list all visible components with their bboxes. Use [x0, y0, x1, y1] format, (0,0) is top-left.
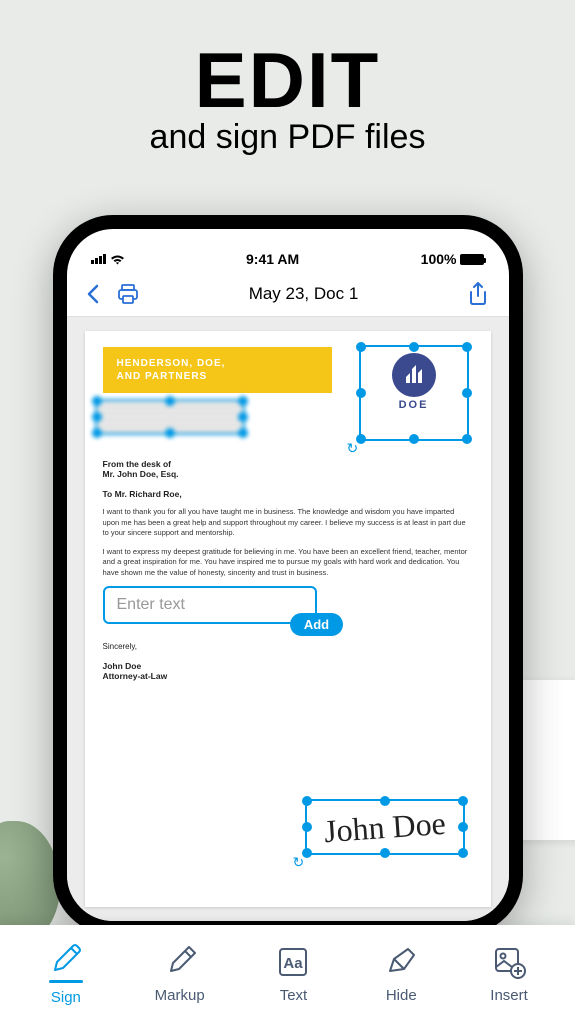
- sign-tool-button[interactable]: Sign: [47, 940, 85, 1006]
- status-time: 9:41 AM: [246, 251, 299, 267]
- hero-section: EDIT and sign PDF files: [0, 0, 575, 157]
- share-icon[interactable]: [468, 282, 488, 306]
- phone-screen: 9:41 AM 100% May 23, Doc 1 HENDERSON, DO…: [67, 229, 509, 921]
- decorative-plant: [0, 821, 60, 941]
- text-tool-button[interactable]: Aa Text: [274, 943, 312, 1004]
- closing-text: Sincerely,: [103, 642, 473, 651]
- from-name: Mr. John Doe, Esq.: [103, 469, 473, 479]
- hide-icon: [382, 943, 420, 981]
- tool-label: Markup: [155, 987, 205, 1004]
- text-icon: Aa: [274, 943, 312, 981]
- document-title: May 23, Doc 1: [249, 284, 359, 304]
- logo-text: DOE: [361, 399, 467, 411]
- document-page[interactable]: HENDERSON, DOE, AND PARTNERS DOE ↻: [85, 331, 491, 907]
- tool-label: Text: [280, 987, 308, 1004]
- banner-line-1: HENDERSON, DOE,: [117, 357, 318, 370]
- signal-icon: [91, 254, 106, 264]
- redaction-selection-box[interactable]: [95, 399, 245, 435]
- sign-icon: [47, 940, 85, 978]
- wifi-icon: [110, 254, 125, 265]
- addressee: To Mr. Richard Roe,: [103, 489, 473, 499]
- from-label: From the desk of: [103, 459, 473, 469]
- signature-selection-box[interactable]: John Doe ↻: [305, 799, 465, 855]
- print-icon[interactable]: [117, 284, 139, 304]
- hero-subtitle: and sign PDF files: [0, 118, 575, 157]
- insert-icon: [490, 943, 528, 981]
- battery-percent: 100%: [421, 251, 457, 267]
- hide-tool-button[interactable]: Hide: [382, 943, 420, 1004]
- back-icon[interactable]: [87, 284, 99, 304]
- text-input-field[interactable]: Enter text Add: [103, 586, 318, 624]
- rotate-handle-icon[interactable]: ↻: [347, 440, 359, 457]
- text-placeholder: Enter text: [117, 596, 185, 613]
- status-bar: 9:41 AM 100%: [67, 229, 509, 271]
- add-button[interactable]: Add: [290, 613, 343, 636]
- tool-label: Sign: [51, 989, 81, 1006]
- navigation-bar: May 23, Doc 1: [67, 271, 509, 317]
- signer-name: John Doe: [103, 661, 473, 671]
- svg-text:Aa: Aa: [284, 955, 304, 972]
- paragraph-2: I want to express my deepest gratitude f…: [103, 547, 473, 579]
- battery-icon: [460, 254, 484, 265]
- tool-label: Insert: [490, 987, 528, 1004]
- signer-title: Attorney-at-Law: [103, 671, 473, 681]
- insert-tool-button[interactable]: Insert: [490, 943, 528, 1004]
- letterhead-banner: HENDERSON, DOE, AND PARTNERS: [103, 347, 332, 393]
- rotate-handle-icon[interactable]: ↻: [293, 854, 305, 871]
- markup-tool-button[interactable]: Markup: [155, 943, 205, 1004]
- signature-image: John Doe: [322, 804, 446, 849]
- document-canvas[interactable]: HENDERSON, DOE, AND PARTNERS DOE ↻: [67, 317, 509, 921]
- tool-label: Hide: [386, 987, 417, 1004]
- hero-title: EDIT: [0, 35, 575, 126]
- bottom-toolbar: Sign Markup Aa Text Hide Insert: [0, 925, 575, 1021]
- markup-icon: [161, 943, 199, 981]
- paragraph-1: I want to thank you for all you have tau…: [103, 507, 473, 539]
- phone-frame: 9:41 AM 100% May 23, Doc 1 HENDERSON, DO…: [53, 215, 523, 935]
- logo-icon: [392, 353, 436, 397]
- logo-selection-box[interactable]: DOE ↻: [359, 345, 469, 441]
- banner-line-2: AND PARTNERS: [117, 370, 318, 383]
